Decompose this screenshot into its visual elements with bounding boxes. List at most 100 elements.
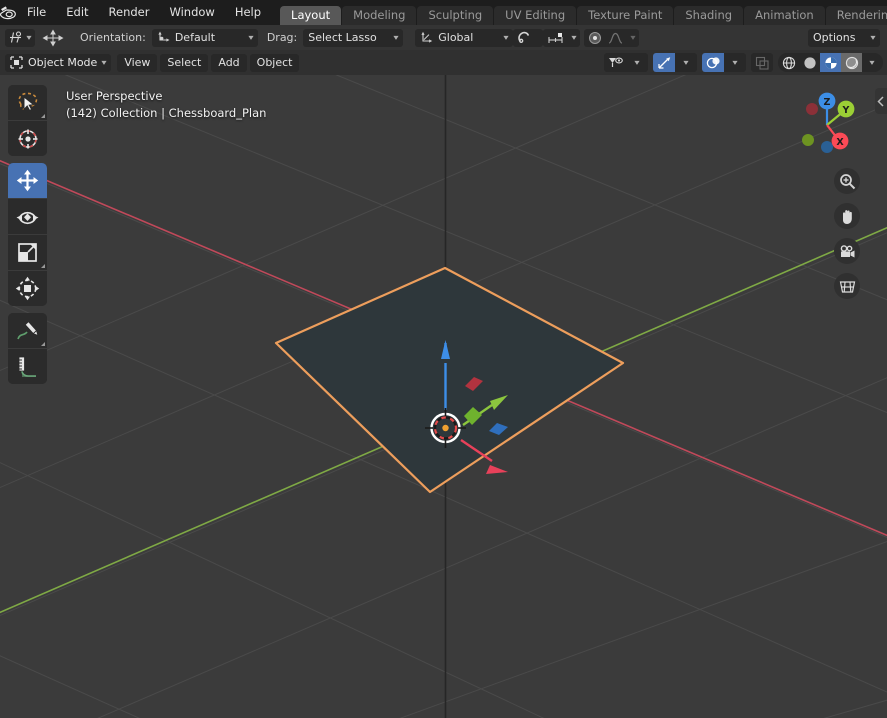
top-menu-bar: File Edit Render Window Help Layout Mode… bbox=[0, 0, 887, 25]
tool-3d-cursor[interactable] bbox=[8, 120, 47, 156]
snap-group bbox=[513, 28, 544, 47]
chevron-down-icon: ▾ bbox=[393, 33, 399, 42]
chevron-down-icon: ▾ bbox=[870, 33, 876, 42]
proportional-editing-group: ▾ bbox=[584, 28, 640, 47]
orientation-label: Orientation: bbox=[80, 31, 146, 44]
interaction-mode-dropdown[interactable]: Object Mode ▾ bbox=[5, 53, 112, 72]
proportional-editing-icon[interactable] bbox=[584, 29, 605, 47]
viewport-menu-object[interactable]: Object bbox=[249, 53, 300, 72]
tool-select-lasso[interactable] bbox=[8, 85, 47, 120]
viewport-header-right-controls: ▾ ▾ ▾ ▾ bbox=[599, 53, 883, 72]
viewport-menu-view[interactable]: View bbox=[117, 53, 158, 72]
toggle-orthographic-icon bbox=[839, 280, 855, 293]
viewport-shading-group: ▾ bbox=[778, 53, 883, 72]
material-preview-shading-icon[interactable] bbox=[820, 53, 841, 72]
drag-value: Select Lasso bbox=[308, 31, 377, 44]
move-tool-icon bbox=[42, 28, 64, 47]
3d-viewport[interactable]: User Perspective (142) Collection | Ches… bbox=[0, 75, 887, 718]
transform-tool-indicator[interactable] bbox=[38, 28, 68, 47]
overlays-chevron[interactable]: ▾ bbox=[724, 53, 746, 72]
select-lasso-tool-icon bbox=[10, 31, 22, 43]
snap-target-group: ▾ bbox=[543, 28, 581, 47]
tool-settings-bar: ▾ Orientation: Default ▾ Drag: Select La… bbox=[0, 25, 887, 50]
gizmo-neg-x-ball bbox=[806, 103, 818, 115]
transform-orientation-dropdown[interactable]: Global ▾ bbox=[415, 28, 514, 47]
tool-measure[interactable] bbox=[8, 348, 47, 384]
tab-rendering[interactable]: Rendering bbox=[825, 6, 887, 25]
tab-layout[interactable]: Layout bbox=[280, 6, 342, 25]
snapping-magnet-icon[interactable] bbox=[513, 29, 535, 47]
transform-orientation-value: Global bbox=[438, 31, 474, 44]
pan-hand-icon bbox=[842, 209, 852, 224]
sidebar-toggle[interactable] bbox=[875, 88, 887, 114]
tool-variant-corner bbox=[41, 342, 45, 346]
tab-modeling[interactable]: Modeling bbox=[342, 6, 417, 25]
active-tool-selector[interactable]: ▾ bbox=[5, 28, 36, 47]
transform-icon bbox=[15, 276, 40, 301]
viewport-nav-buttons bbox=[834, 168, 860, 299]
cursor-3d-icon bbox=[18, 129, 37, 148]
show-hide-object-types-icon[interactable] bbox=[604, 53, 626, 72]
snap-dropdown-chevron[interactable]: ▾ bbox=[567, 29, 580, 47]
object-visibility-chevron[interactable]: ▾ bbox=[626, 53, 648, 72]
tab-uv-editing[interactable]: UV Editing bbox=[494, 6, 577, 25]
tool-scale[interactable] bbox=[8, 234, 47, 270]
chevron-down-icon: ▾ bbox=[248, 33, 254, 42]
show-gizmo-icon[interactable] bbox=[653, 53, 675, 72]
gizmo-neg-y-ball bbox=[802, 134, 814, 146]
tool-variant-corner bbox=[41, 114, 45, 118]
tab-sculpting[interactable]: Sculpting bbox=[417, 6, 494, 25]
gizmo-neg-z-ball bbox=[821, 141, 833, 153]
chevron-down-icon: ▾ bbox=[26, 33, 32, 42]
toggle-orthographic-button[interactable] bbox=[834, 273, 860, 299]
viewport-menu-add[interactable]: Add bbox=[211, 53, 247, 72]
camera-view-icon bbox=[840, 244, 854, 257]
options-dropdown[interactable]: Options ▾ bbox=[808, 28, 880, 47]
orientation-dropdown[interactable]: Default ▾ bbox=[151, 28, 258, 47]
blender-logo-icon[interactable] bbox=[0, 0, 17, 25]
tool-transform[interactable] bbox=[8, 270, 47, 306]
select-lasso-icon bbox=[17, 92, 37, 111]
menu-window[interactable]: Window bbox=[159, 0, 224, 25]
wireframe-shading-icon[interactable] bbox=[778, 53, 799, 72]
viewport-canvas bbox=[0, 75, 887, 718]
tool-annotate[interactable] bbox=[8, 313, 47, 348]
shading-chevron[interactable]: ▾ bbox=[862, 53, 883, 72]
menu-help[interactable]: Help bbox=[225, 0, 271, 25]
interaction-mode-label: Object Mode bbox=[28, 56, 98, 69]
orientation-axis-icon bbox=[158, 31, 170, 42]
menu-edit[interactable]: Edit bbox=[56, 0, 98, 25]
tab-animation[interactable]: Animation bbox=[744, 6, 825, 25]
drag-label: Drag: bbox=[266, 31, 298, 44]
viewport-menu-select[interactable]: Select bbox=[160, 53, 209, 72]
rendered-shading-icon[interactable] bbox=[841, 53, 862, 72]
menu-render[interactable]: Render bbox=[99, 0, 160, 25]
toolbar-group-transform bbox=[8, 163, 47, 306]
object-mode-icon bbox=[10, 56, 23, 69]
gizmo-x-arrow bbox=[486, 465, 508, 474]
tool-move[interactable] bbox=[8, 163, 47, 198]
xray-group bbox=[751, 53, 773, 72]
rotate-icon bbox=[16, 211, 39, 225]
tab-texture-paint[interactable]: Texture Paint bbox=[577, 6, 674, 25]
tool-rotate[interactable] bbox=[8, 198, 47, 234]
show-overlays-icon[interactable] bbox=[702, 53, 724, 72]
toolbar-group-select bbox=[8, 85, 47, 156]
toggle-xray-icon[interactable] bbox=[751, 53, 773, 72]
camera-view-button[interactable] bbox=[834, 238, 860, 264]
viewport-header: Object Mode ▾ View Select Add Object ▾ ▾… bbox=[0, 50, 887, 75]
solid-shading-icon[interactable] bbox=[799, 53, 820, 72]
smooth-falloff-icon[interactable] bbox=[605, 29, 626, 47]
navigation-gizmo[interactable]: Z Y X bbox=[789, 87, 865, 163]
snap-increment-icon[interactable] bbox=[543, 29, 567, 47]
pan-button[interactable] bbox=[834, 203, 860, 229]
viewport-toolbar bbox=[8, 85, 47, 391]
gizmo-chevron[interactable]: ▾ bbox=[675, 53, 697, 72]
chevron-down-icon: ▾ bbox=[101, 58, 107, 67]
drag-dropdown[interactable]: Select Lasso ▾ bbox=[303, 28, 404, 47]
tab-shading[interactable]: Shading bbox=[674, 6, 744, 25]
menu-file[interactable]: File bbox=[17, 0, 56, 25]
gizmo-group: ▾ bbox=[653, 53, 697, 72]
falloff-dropdown-chevron[interactable]: ▾ bbox=[626, 29, 639, 47]
zoom-button[interactable] bbox=[834, 168, 860, 194]
